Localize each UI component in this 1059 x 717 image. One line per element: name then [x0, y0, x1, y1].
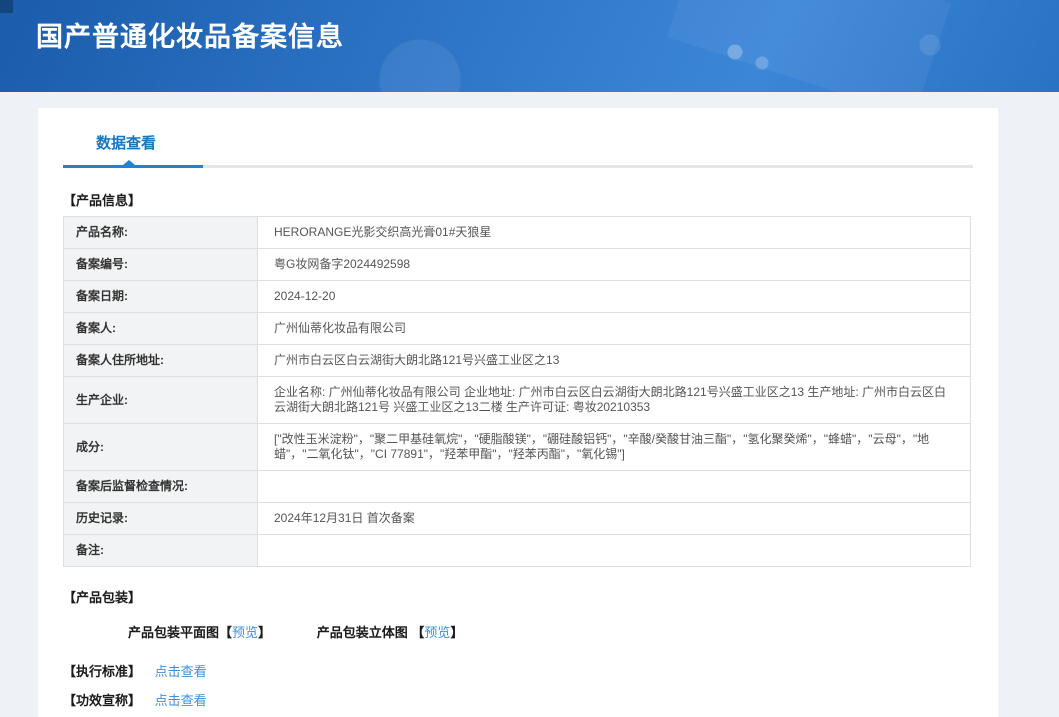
row-label: 备案人住所地址: [63, 344, 258, 377]
row-label: 备注: [63, 534, 258, 567]
content-card: 数据查看 【产品信息】 产品名称: HERORANGE光影交织高光膏01#天狼星… [38, 108, 998, 717]
table-row: 历史记录: 2024年12月31日 首次备案 [63, 502, 971, 535]
table-row: 备案后监督检查情况: [63, 470, 971, 503]
row-value: 广州仙蒂化妆品有限公司 [257, 312, 971, 345]
exec-standard-row: 【执行标准】 点击查看 [63, 661, 973, 680]
packaging-3d-item: 产品包装立体图 【预览】 [317, 622, 464, 641]
table-row: 生产企业: 企业名称: 广州仙蒂化妆品有限公司 企业地址: 广州市白云区白云湖街… [63, 376, 971, 424]
row-label: 备案后监督检查情况: [63, 470, 258, 503]
packaging-row: 产品包装平面图【预览】 产品包装立体图 【预览】 [128, 622, 973, 641]
row-label: 备案人: [63, 312, 258, 345]
bracket-close: 】 [450, 625, 464, 640]
header-corner-accent [0, 0, 13, 13]
packaging-flat-item: 产品包装平面图【预览】 [128, 622, 271, 641]
table-row: 备注: [63, 534, 971, 567]
header-decorative-shape [666, 0, 952, 92]
row-value: 企业名称: 广州仙蒂化妆品有限公司 企业地址: 广州市白云区白云湖街大朗北路12… [257, 376, 971, 424]
tab-caret-icon [123, 160, 135, 165]
row-value [257, 470, 971, 503]
row-value: 2024年12月31日 首次备案 [257, 502, 971, 535]
exec-standard-view-link[interactable]: 点击查看 [155, 664, 207, 679]
tab-underline-active [63, 160, 203, 168]
packaging-3d-label: 产品包装立体图 [316, 625, 412, 640]
row-label: 备案日期: [63, 280, 258, 313]
table-row: 产品名称: HERORANGE光影交织高光膏01#天狼星 [63, 216, 971, 249]
page-title: 国产普通化妆品备案信息 [36, 22, 344, 52]
packaging-3d-preview-link[interactable]: 预览 [424, 625, 450, 640]
bracket-open: 【 [219, 625, 233, 640]
row-label: 历史记录: [63, 502, 258, 535]
tab-underline-track [63, 160, 973, 168]
exec-standard-title: 【执行标准】 [63, 664, 142, 679]
row-value: ["改性玉米淀粉"，"聚二甲基硅氧烷"，"硬脂酸镁"，"硼硅酸铝钙"，"辛酸/癸… [257, 423, 971, 471]
packaging-section-title: 【产品包装】 [63, 590, 142, 605]
row-label: 成分: [63, 423, 258, 471]
product-info-table: 产品名称: HERORANGE光影交织高光膏01#天狼星 备案编号: 粤G妆网备… [63, 216, 971, 567]
efficacy-claim-row: 【功效宣称】 点击查看 [63, 690, 973, 709]
table-row: 备案编号: 粤G妆网备字2024492598 [63, 248, 971, 281]
row-value: 广州市白云区白云湖街大朗北路121号兴盛工业区之13 [257, 344, 971, 377]
efficacy-claim-view-link[interactable]: 点击查看 [155, 693, 207, 708]
bracket-open: 【 [411, 625, 425, 640]
tab-bar: 数据查看 [63, 126, 973, 168]
row-value: 粤G妆网备字2024492598 [257, 248, 971, 281]
page-header: 国产普通化妆品备案信息 [0, 0, 1059, 92]
packaging-flat-label: 产品包装平面图 [128, 625, 220, 640]
efficacy-claim-title: 【功效宣称】 [63, 693, 142, 708]
table-row: 备案日期: 2024-12-20 [63, 280, 971, 313]
row-label: 备案编号: [63, 248, 258, 281]
product-info-section-title: 【产品信息】 [63, 193, 142, 208]
table-row: 备案人住所地址: 广州市白云区白云湖街大朗北路121号兴盛工业区之13 [63, 344, 971, 377]
row-value: 2024-12-20 [257, 280, 971, 313]
table-row: 成分: ["改性玉米淀粉"，"聚二甲基硅氧烷"，"硬脂酸镁"，"硼硅酸铝钙"，"… [63, 423, 971, 471]
packaging-flat-preview-link[interactable]: 预览 [232, 625, 258, 640]
row-label: 生产企业: [63, 376, 258, 424]
table-row: 备案人: 广州仙蒂化妆品有限公司 [63, 312, 971, 345]
row-value: HERORANGE光影交织高光膏01#天狼星 [257, 216, 971, 249]
row-value [257, 534, 971, 567]
row-label: 产品名称: [63, 216, 258, 249]
bracket-close: 】 [258, 625, 272, 640]
